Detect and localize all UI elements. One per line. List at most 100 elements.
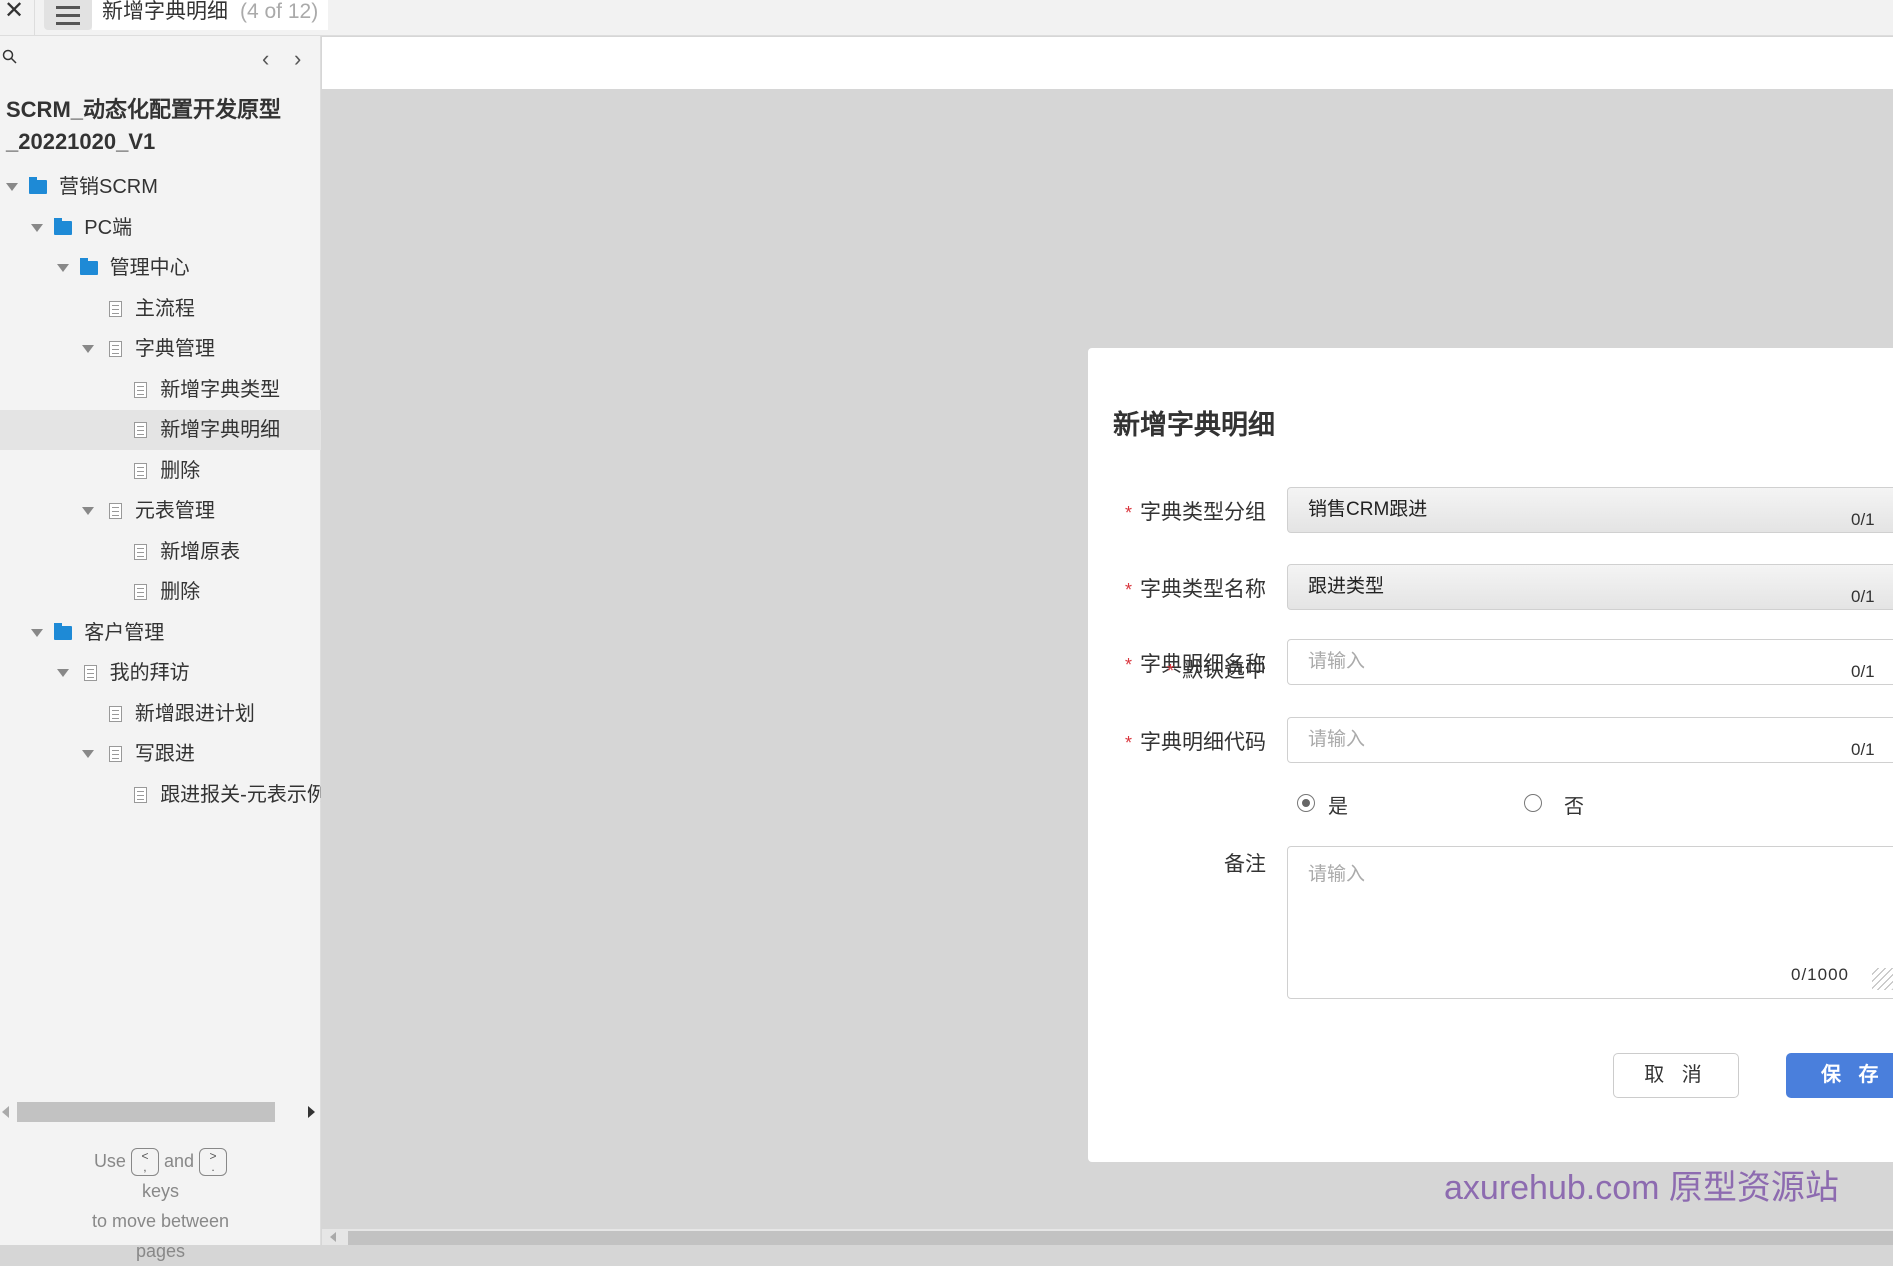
radio-no[interactable] xyxy=(1524,794,1542,812)
expand-arrow-icon[interactable] xyxy=(31,628,44,637)
save-button[interactable]: 保 存 xyxy=(1786,1053,1893,1098)
tree-item[interactable]: 跟进报关-元表示例 xyxy=(0,775,321,815)
close-icon[interactable]: ✕ xyxy=(4,0,26,24)
tree-item[interactable]: PC端 xyxy=(0,208,321,248)
tree-item[interactable]: 元表管理 xyxy=(0,491,321,531)
dialog-title: 新增字典明细 xyxy=(1113,410,1275,440)
resize-handle-icon[interactable] xyxy=(1872,968,1893,990)
page-icon xyxy=(134,543,148,560)
tree-item-label: 删除 xyxy=(160,459,201,482)
scroll-left-icon[interactable] xyxy=(2,1106,9,1118)
help-text: and xyxy=(163,1151,195,1171)
tree-item[interactable]: 新增跟进计划 xyxy=(0,694,321,734)
hamburger-icon-line xyxy=(56,14,80,17)
folder-icon xyxy=(79,258,98,275)
tree-item-label: PC端 xyxy=(84,216,133,239)
tree-item[interactable]: 删除 xyxy=(0,451,321,491)
menu-button[interactable] xyxy=(44,0,92,30)
help-text: to move between xyxy=(91,1211,230,1232)
page-title-text: 新增字典明细 xyxy=(102,0,228,23)
tree-item[interactable]: 主流程 xyxy=(0,289,321,329)
char-counter: 0/1 xyxy=(1851,740,1875,759)
project-title: SCRM_动态化配置开发原型 _20221020_V1 xyxy=(6,94,316,158)
expand-arrow-icon[interactable] xyxy=(56,264,69,272)
label-text: 字典类型名称 xyxy=(1140,578,1266,601)
expand-arrow-icon[interactable] xyxy=(81,750,94,758)
page-count: (4 of 12) xyxy=(240,0,319,23)
tree-item[interactable]: 管理中心 xyxy=(0,248,321,288)
tree-item-label: 管理中心 xyxy=(109,257,190,279)
page-icon xyxy=(134,786,148,803)
tree-item-label: 新增跟进计划 xyxy=(134,702,255,725)
page-icon xyxy=(83,665,97,681)
help-text: keys xyxy=(141,1181,179,1202)
char-counter: 0/1 xyxy=(1851,510,1875,529)
page-title: 新增字典明细 (4 of 12) xyxy=(92,0,329,30)
radio-yes-label: 是 xyxy=(1328,796,1348,818)
field-input[interactable]: 跟进类型 0/1 xyxy=(1287,564,1893,610)
field-label: * 字典类型名称 xyxy=(1124,578,1266,601)
tree-item[interactable]: 我的拜访 xyxy=(0,653,321,693)
expand-arrow-icon[interactable] xyxy=(81,345,94,353)
scrollbar-thumb[interactable] xyxy=(348,1231,1893,1245)
expand-arrow-icon[interactable] xyxy=(31,223,44,232)
project-title-line: SCRM_动态化配置开发原型 xyxy=(6,97,282,122)
tree-item[interactable]: 字典管理 xyxy=(0,329,321,369)
top-bar: ✕ 新增字典明细 (4 of 12) xyxy=(0,0,1893,36)
page-icon xyxy=(134,584,148,600)
tree-item-label: 我的拜访 xyxy=(109,662,190,684)
input-placeholder: 请输入 xyxy=(1308,729,1366,750)
folder-icon xyxy=(29,177,47,194)
sidebar-horizontal-scrollbar[interactable] xyxy=(17,1102,275,1122)
next-page-icon[interactable]: › xyxy=(294,46,301,72)
tree-item-label: 主流程 xyxy=(134,297,195,320)
expand-arrow-icon[interactable] xyxy=(81,507,94,515)
tree-item[interactable]: 新增字典明细 xyxy=(0,410,321,450)
field-input[interactable]: 请输入 0/1 xyxy=(1287,717,1893,763)
tree-item[interactable]: 客户管理 xyxy=(0,613,321,653)
folder-icon xyxy=(54,622,73,640)
cancel-button[interactable]: 取 消 xyxy=(1613,1053,1739,1098)
tree-item[interactable]: 新增字典类型 xyxy=(0,370,321,410)
project-title-line: _20221020_V1 xyxy=(6,129,156,154)
tree-item[interactable]: 营销SCRM xyxy=(0,167,321,207)
default-selected-label: * 默认选中 xyxy=(1166,659,1266,682)
expand-arrow-icon[interactable] xyxy=(6,183,18,191)
hamburger-icon-line xyxy=(56,22,80,25)
remark-placeholder: 请输入 xyxy=(1308,864,1366,885)
sidebar: ‹ › SCRM_动态化配置开发原型 _20221020_V1 营销SCRM PC端… xyxy=(0,36,321,1261)
canvas-header xyxy=(322,37,1893,89)
tree-item-label: 删除 xyxy=(160,581,201,603)
remark-counter: 0/1000 xyxy=(1791,965,1849,984)
field-input[interactable]: 请输入 0/1 xyxy=(1287,639,1893,685)
page-icon xyxy=(109,300,122,317)
field-label: * 字典明细代码 xyxy=(1124,731,1266,754)
tree-item[interactable]: 新增原表 xyxy=(0,532,321,572)
tree-item-label: 新增字典类型 xyxy=(160,378,281,401)
tree-item-label: 元表管理 xyxy=(134,500,215,522)
folder-icon xyxy=(54,217,73,235)
tree-item-label: 客户管理 xyxy=(84,621,165,644)
page-icon xyxy=(109,746,122,762)
scroll-left-icon[interactable] xyxy=(330,1232,336,1242)
tree-item-label: 跟进报关-元表示例 xyxy=(160,783,321,806)
expand-arrow-icon[interactable] xyxy=(56,669,69,677)
input-placeholder: 请输入 xyxy=(1308,651,1366,672)
scroll-right-icon[interactable] xyxy=(308,1106,315,1118)
field-input[interactable]: 销售CRM跟进 0/1 xyxy=(1287,487,1893,533)
remark-textarea[interactable]: 请输入 0/1000 xyxy=(1287,846,1893,999)
input-value: 销售CRM跟进 xyxy=(1308,499,1428,520)
page-icon xyxy=(134,422,148,438)
key-prev-icon: <, xyxy=(130,1148,159,1177)
page-icon xyxy=(109,705,122,722)
tree-item[interactable]: 写跟进 xyxy=(0,734,321,774)
tree-item-label: 营销SCRM xyxy=(59,176,158,198)
search-icon[interactable] xyxy=(2,49,18,65)
radio-yes[interactable] xyxy=(1297,794,1315,812)
previous-page-icon[interactable]: ‹ xyxy=(262,46,269,72)
key-next-icon: >. xyxy=(199,1148,228,1177)
label-text: 字典类型分组 xyxy=(1140,501,1266,524)
tree-item[interactable]: 删除 xyxy=(0,572,321,612)
tree-item-label: 字典管理 xyxy=(134,338,215,360)
hamburger-icon xyxy=(56,6,80,9)
